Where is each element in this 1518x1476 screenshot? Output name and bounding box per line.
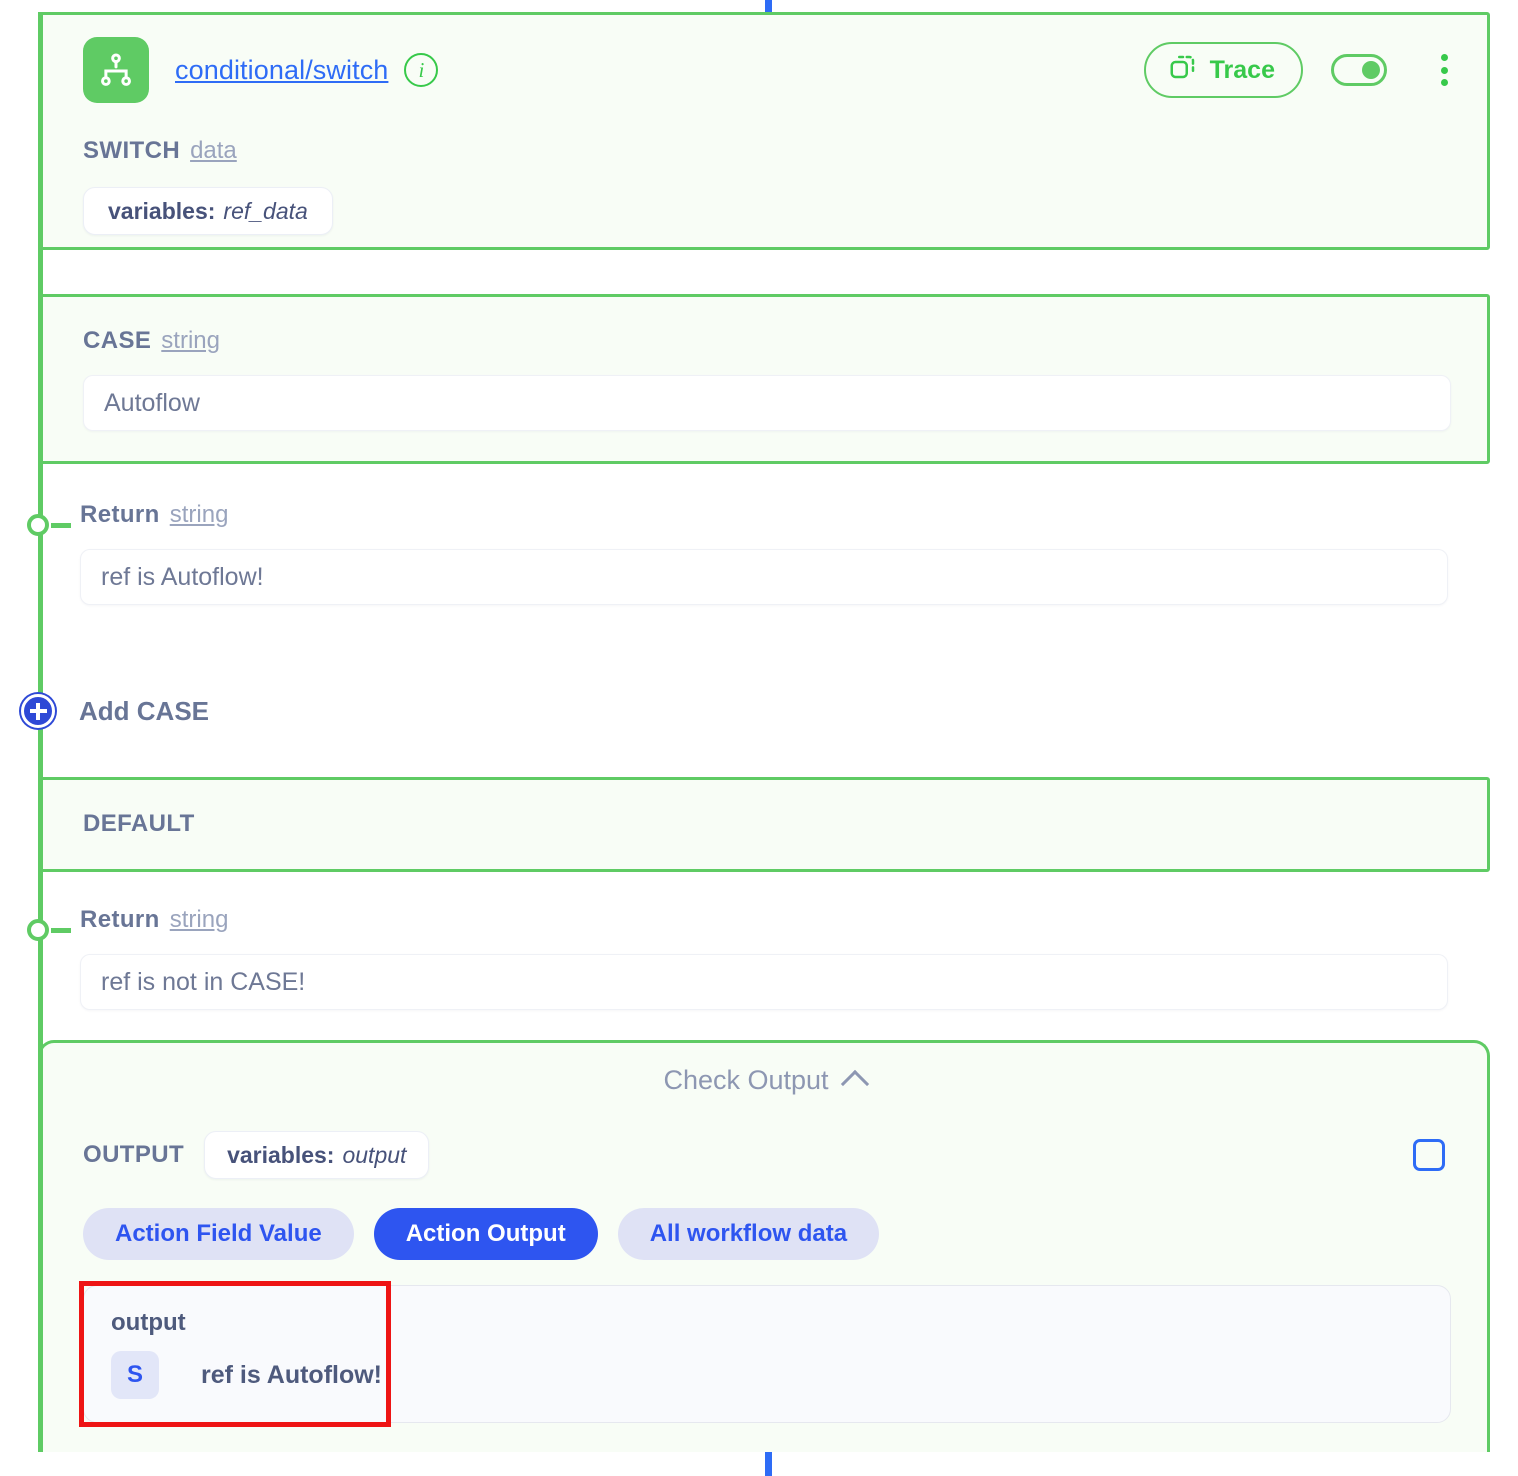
tab-action-output[interactable]: Action Output bbox=[373, 1208, 598, 1260]
default-return-connector-dot[interactable] bbox=[27, 919, 49, 941]
tab-action-field-value[interactable]: Action Field Value bbox=[83, 1208, 354, 1260]
switch-variable-prefix: variables: bbox=[108, 197, 216, 224]
case-return-label: Return bbox=[80, 501, 160, 528]
output-variable-prefix: variables: bbox=[227, 1141, 335, 1168]
default-block: DEFAULT bbox=[38, 777, 1490, 872]
output-result-key: output bbox=[111, 1309, 186, 1336]
output-result-value-row: S ref is Autoflow! bbox=[111, 1351, 382, 1399]
default-return-connector-line bbox=[51, 928, 71, 933]
duplicate-icon bbox=[1168, 52, 1198, 89]
case-return-input[interactable]: ref is Autoflow! bbox=[80, 549, 1448, 605]
default-return-label: Return bbox=[80, 906, 160, 933]
trace-button-label: Trace bbox=[1209, 55, 1275, 84]
output-variable-chip[interactable]: variables: output bbox=[204, 1131, 430, 1179]
switch-type-link[interactable]: data bbox=[190, 137, 237, 165]
switch-node-icon bbox=[83, 37, 149, 103]
output-result-value: ref is Autoflow! bbox=[201, 1360, 383, 1389]
check-output-toggle[interactable]: Check Output bbox=[41, 1065, 1487, 1098]
output-checkbox[interactable] bbox=[1413, 1139, 1445, 1171]
switch-label: SWITCH bbox=[83, 137, 181, 164]
add-case-label: Add CASE bbox=[79, 695, 209, 726]
chevron-up-icon bbox=[840, 1069, 869, 1098]
case-return-connector-dot[interactable] bbox=[27, 514, 49, 536]
output-row: OUTPUT variables: output bbox=[83, 1131, 1445, 1179]
default-label-row: DEFAULT bbox=[83, 810, 195, 838]
default-return-label-row: Return string bbox=[80, 906, 228, 934]
switch-variable-chip[interactable]: variables: ref_data bbox=[83, 187, 333, 235]
switch-variable-name: ref_data bbox=[223, 197, 308, 224]
workflow-node-canvas: conditional/switch i Trace SWITCH data v… bbox=[0, 0, 1518, 1476]
case-return-connector-line bbox=[51, 523, 71, 528]
case-return-label-row: Return string bbox=[80, 501, 228, 529]
node-header: conditional/switch i Trace bbox=[41, 15, 1487, 125]
output-type-badge: S bbox=[111, 1351, 159, 1399]
output-source-tabs: Action Field Value Action Output All wor… bbox=[83, 1208, 880, 1260]
switch-label-row: SWITCH data bbox=[83, 137, 237, 165]
node-enabled-toggle[interactable] bbox=[1331, 54, 1387, 86]
toggle-knob bbox=[1362, 61, 1380, 79]
case-label: CASE bbox=[83, 327, 152, 354]
node-left-rail bbox=[38, 12, 43, 1452]
default-return-input[interactable]: ref is not in CASE! bbox=[80, 954, 1448, 1010]
plus-circle-icon bbox=[21, 694, 55, 728]
output-variable-name: output bbox=[342, 1141, 407, 1168]
case-value-input[interactable]: Autoflow bbox=[83, 375, 1451, 431]
node-title-link[interactable]: conditional/switch bbox=[175, 55, 388, 86]
tab-all-workflow-data[interactable]: All workflow data bbox=[617, 1208, 880, 1260]
default-return-type-link[interactable]: string bbox=[170, 906, 229, 934]
switch-node: conditional/switch i Trace SWITCH data v… bbox=[21, 12, 1490, 1452]
trace-button[interactable]: Trace bbox=[1143, 42, 1303, 98]
more-vertical-icon[interactable] bbox=[1429, 50, 1459, 90]
info-icon[interactable]: i bbox=[404, 53, 439, 87]
default-label: DEFAULT bbox=[83, 810, 195, 837]
add-case-button[interactable]: Add CASE bbox=[21, 694, 209, 728]
check-output-panel: Check Output OUTPUT variables: output Ac… bbox=[38, 1040, 1490, 1452]
switch-block: conditional/switch i Trace SWITCH data v… bbox=[38, 12, 1490, 250]
case-block: CASE string Autoflow bbox=[38, 294, 1490, 464]
case-label-row: CASE string bbox=[83, 327, 220, 355]
output-label: OUTPUT bbox=[83, 1141, 185, 1168]
case-return-type-link[interactable]: string bbox=[170, 501, 229, 529]
case-type-link[interactable]: string bbox=[161, 327, 220, 355]
check-output-title: Check Output bbox=[663, 1065, 829, 1095]
